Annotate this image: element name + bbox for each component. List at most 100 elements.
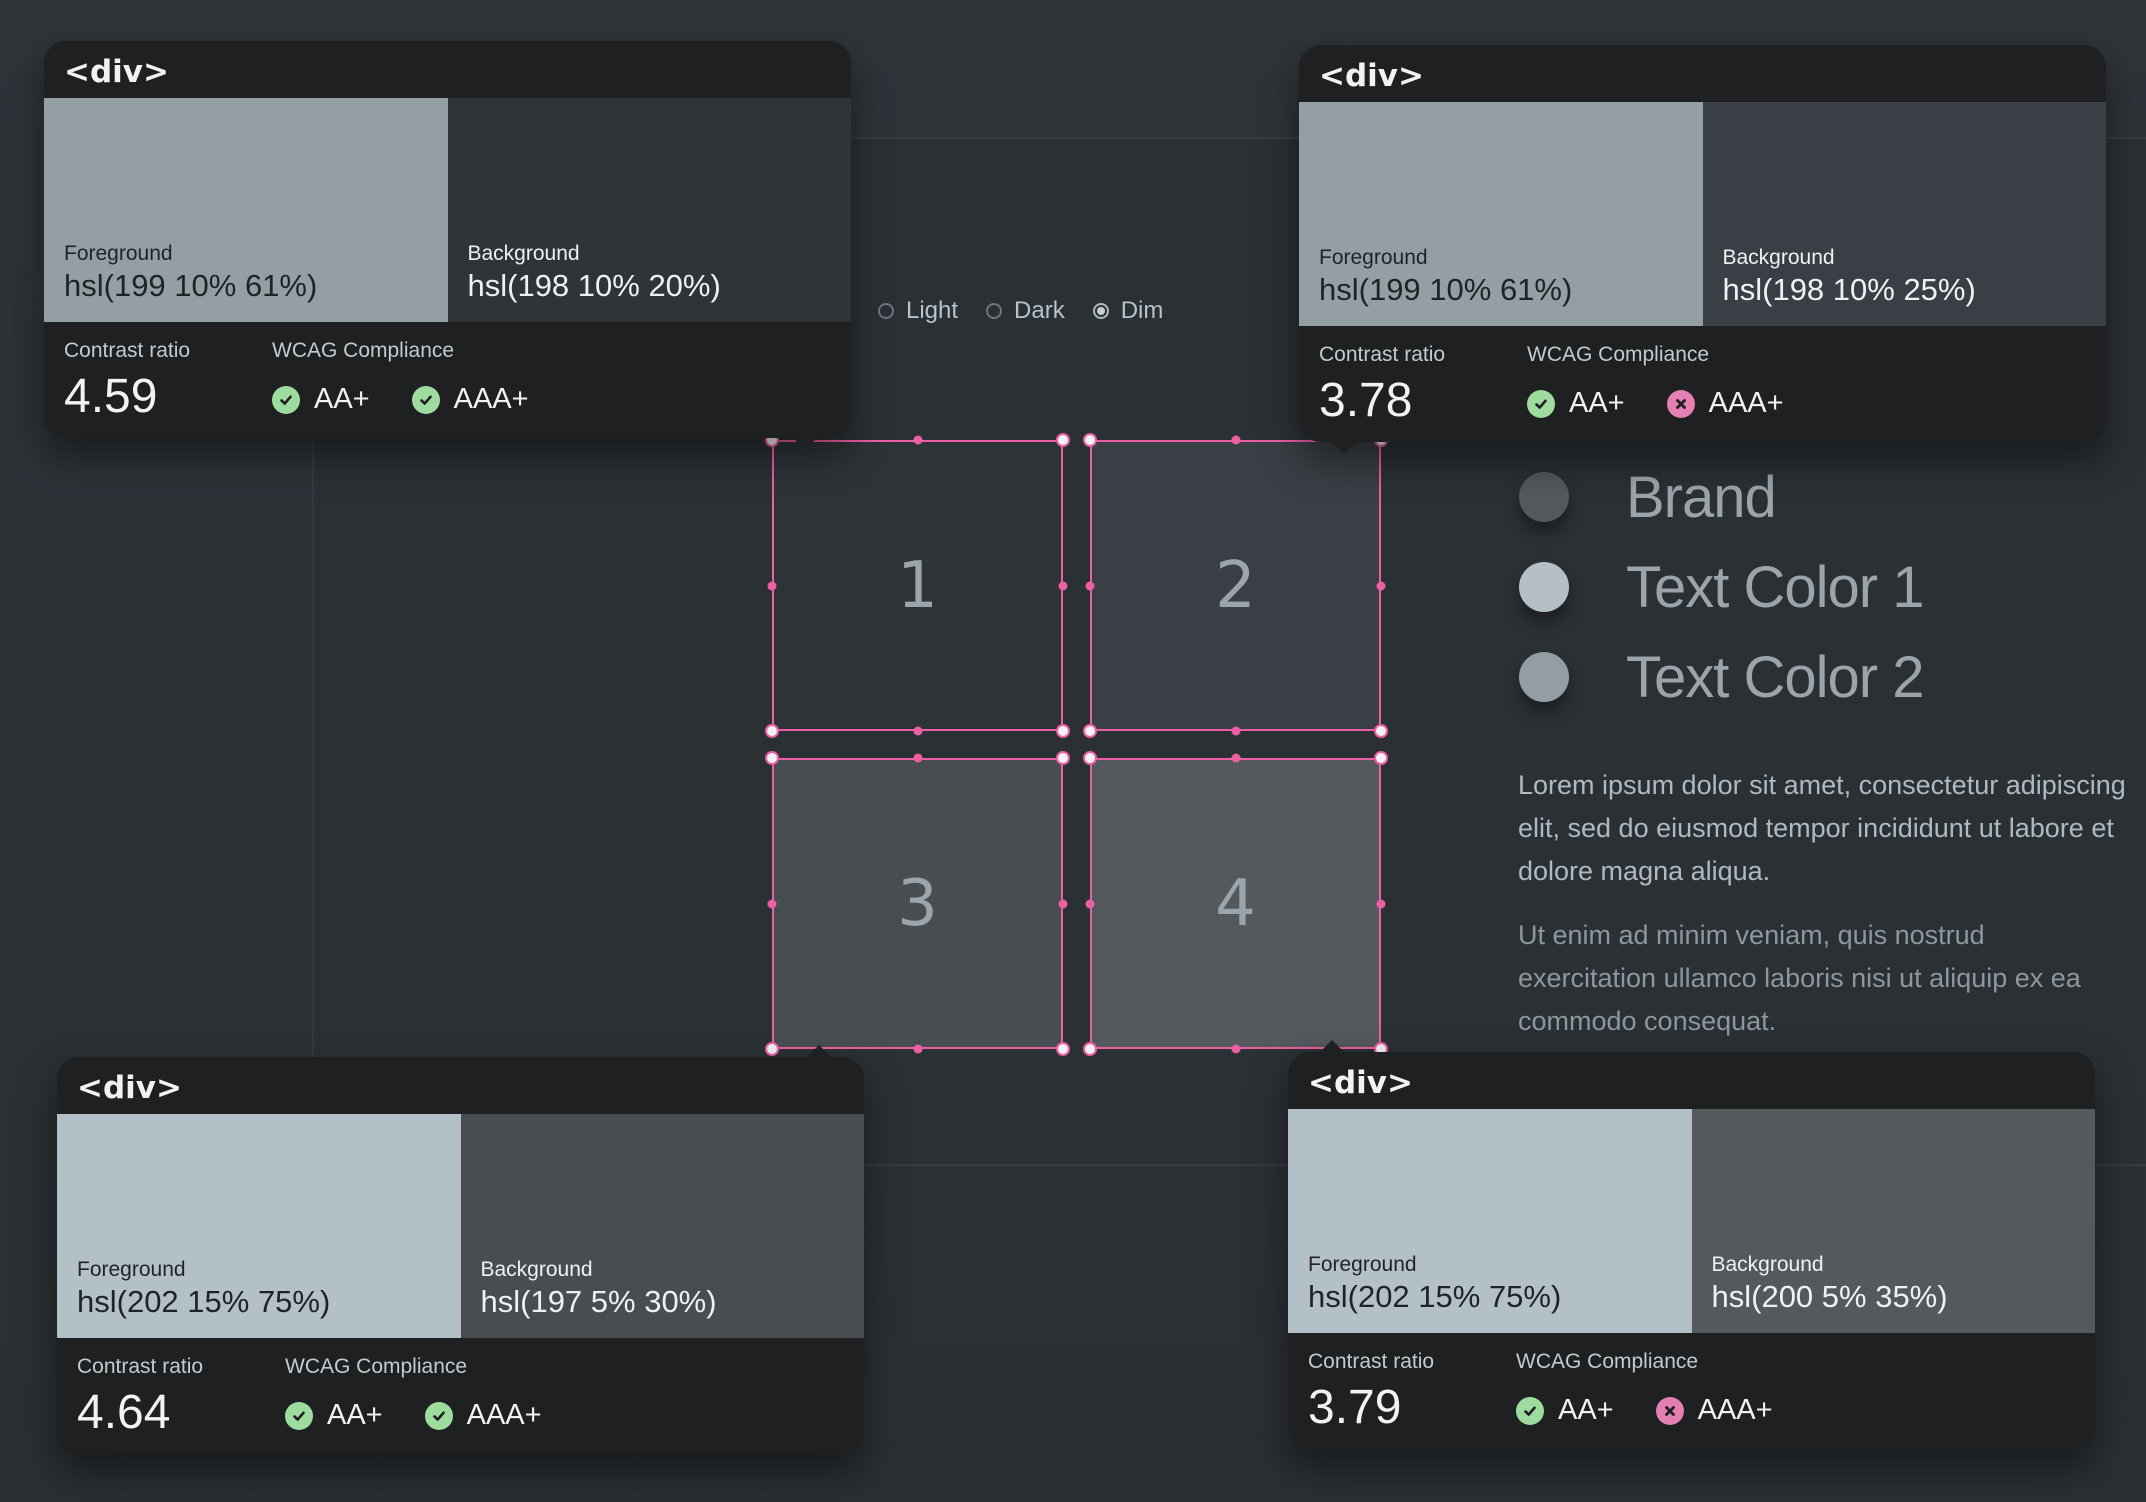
radio-label: Dim (1120, 297, 1164, 324)
resize-handle-edge[interactable] (913, 1044, 922, 1054)
stats: Contrast ratio 4.64 WCAG Compliance AA+ … (77, 1355, 542, 1440)
badge-label: AAA+ (453, 383, 529, 415)
resize-handle-corner[interactable] (1083, 1042, 1097, 1056)
wcag-checks: AA+ AAA+ (272, 383, 529, 416)
box-label: 4 (1215, 866, 1256, 941)
box-1[interactable]: 1 (772, 440, 1063, 731)
background-swatch: Background hsl(200 5% 35%) (1691, 1109, 2095, 1333)
resize-handle-edge[interactable] (1231, 726, 1240, 736)
resize-handle-edge[interactable] (1231, 753, 1240, 763)
resize-handle-edge[interactable] (1058, 581, 1068, 590)
contrast-value: 4.59 (64, 370, 158, 423)
resize-handle-edge[interactable] (1231, 435, 1240, 445)
foreground-label: Foreground (1308, 1253, 1417, 1276)
foreground-swatch: Foreground hsl(199 10% 61%) (44, 98, 448, 322)
check-icon (285, 1401, 313, 1430)
resize-handle-corner[interactable] (765, 1042, 779, 1056)
resize-handle-edge[interactable] (1085, 581, 1095, 590)
background-label: Background (1711, 1253, 1824, 1276)
wcag-aa-badge: AA+ (272, 383, 370, 416)
resize-handle-edge[interactable] (913, 726, 922, 736)
x-icon (1666, 389, 1695, 418)
radio-label: Dark (1014, 297, 1065, 324)
foreground-label: Foreground (77, 1258, 186, 1281)
color-swatches: Foreground hsl(199 10% 61%) Background h… (44, 98, 851, 322)
stats: Contrast ratio 3.78 WCAG Compliance AA+ … (1319, 343, 1784, 428)
radio-indicator-checked[interactable] (1092, 303, 1109, 319)
swatch-text-color-1[interactable]: Text Color 1 (1519, 542, 1924, 632)
radio-label: Light (906, 297, 959, 324)
contrast-label: Contrast ratio (77, 1355, 204, 1378)
wcag-checks: AA+ AAA+ (1516, 1394, 1773, 1427)
contrast-block: Contrast ratio 3.78 (1319, 343, 1527, 428)
resize-handle-corner[interactable] (1083, 433, 1097, 447)
check-icon (1527, 389, 1555, 418)
inspector-card-3: <div> Foreground hsl(202 15% 75%) Backgr… (57, 1045, 864, 1454)
pointer-arrow (807, 1045, 831, 1057)
wcag-aa-badge: AA+ (285, 1399, 383, 1432)
background-label: Background (480, 1258, 593, 1281)
resize-handle-corner[interactable] (1056, 724, 1070, 738)
color-dot-icon (1519, 652, 1569, 702)
stats: Contrast ratio 4.59 WCAG Compliance AA+ … (64, 339, 529, 424)
wcag-aa-badge: AA+ (1516, 1394, 1614, 1427)
background-swatch: Background hsl(198 10% 20%) (447, 98, 851, 322)
resize-handle-edge[interactable] (913, 435, 922, 445)
color-dot-icon (1519, 472, 1569, 522)
wcag-aaa-badge: AAA+ (1655, 1394, 1773, 1427)
radio-indicator[interactable] (986, 303, 1003, 319)
contrast-block: Contrast ratio 4.59 (64, 339, 272, 424)
contrast-value: 3.79 (1308, 1381, 1402, 1434)
resize-handle-edge[interactable] (1058, 899, 1068, 908)
wcag-checks: AA+ AAA+ (1527, 387, 1784, 420)
swatch-brand[interactable]: Brand (1519, 452, 1923, 542)
resize-handle-corner[interactable] (1083, 751, 1097, 765)
wcag-label: WCAG Compliance (1527, 343, 1710, 366)
resize-handle-edge[interactable] (767, 581, 777, 590)
wcag-aaa-badge: AAA+ (424, 1399, 542, 1432)
body-text: Lorem ipsum dolor sit amet, consectetur … (1518, 764, 2128, 1064)
inspector-card-1: <div> Foreground hsl(199 10% 61%) Backgr… (44, 41, 851, 450)
resize-handle-edge[interactable] (1231, 1044, 1240, 1054)
swatch-list: Brand Text Color 1 Text Color 2 (1519, 452, 1924, 722)
resize-handle-edge[interactable] (1376, 581, 1386, 590)
stats: Contrast ratio 3.79 WCAG Compliance AA+ … (1308, 1350, 1773, 1435)
resize-handle-corner[interactable] (1056, 751, 1070, 765)
wcag-aa-badge: AA+ (1527, 387, 1625, 420)
resize-handle-corner[interactable] (1056, 1042, 1070, 1056)
radio-light[interactable]: Light (878, 297, 958, 325)
background-label: Background (467, 242, 580, 265)
box-2[interactable]: 2 (1090, 440, 1381, 731)
radio-indicator[interactable] (878, 303, 894, 319)
resize-handle-corner[interactable] (1374, 751, 1388, 765)
color-dot-icon (1519, 562, 1569, 612)
pointer-arrow (1320, 1040, 1344, 1052)
resize-handle-corner[interactable] (765, 751, 779, 765)
check-icon (1516, 1396, 1544, 1425)
background-value: hsl(197 5% 30%) (480, 1284, 717, 1319)
paragraph-1: Lorem ipsum dolor sit amet, consectetur … (1518, 770, 2126, 886)
check-icon (424, 1401, 453, 1430)
background-swatch: Background hsl(198 10% 25%) (1702, 102, 2106, 326)
radio-dim[interactable]: Dim (1092, 297, 1164, 325)
wcag-aaa-badge: AAA+ (1666, 387, 1784, 420)
resize-handle-edge[interactable] (1085, 899, 1095, 908)
foreground-value: hsl(199 10% 61%) (1319, 272, 1573, 307)
element-tag: <div> (77, 1070, 182, 1106)
box-4[interactable]: 4 (1090, 758, 1381, 1049)
wcag-block: WCAG Compliance AA+ AAA+ (1527, 343, 1784, 428)
badge-label: AAA+ (1708, 387, 1784, 419)
resize-handle-corner[interactable] (1374, 724, 1388, 738)
resize-handle-edge[interactable] (767, 899, 777, 908)
background-swatch: Background hsl(197 5% 30%) (460, 1114, 864, 1338)
resize-handle-corner[interactable] (765, 724, 779, 738)
box-3[interactable]: 3 (772, 758, 1063, 1049)
resize-handle-corner[interactable] (1083, 724, 1097, 738)
box-label: 1 (897, 548, 938, 623)
resize-handle-edge[interactable] (1376, 899, 1386, 908)
resize-handle-edge[interactable] (913, 753, 922, 763)
resize-handle-corner[interactable] (1056, 433, 1070, 447)
swatch-text-color-2[interactable]: Text Color 2 (1519, 632, 1924, 722)
radio-dark[interactable]: Dark (986, 297, 1065, 325)
wcag-label: WCAG Compliance (272, 339, 455, 362)
